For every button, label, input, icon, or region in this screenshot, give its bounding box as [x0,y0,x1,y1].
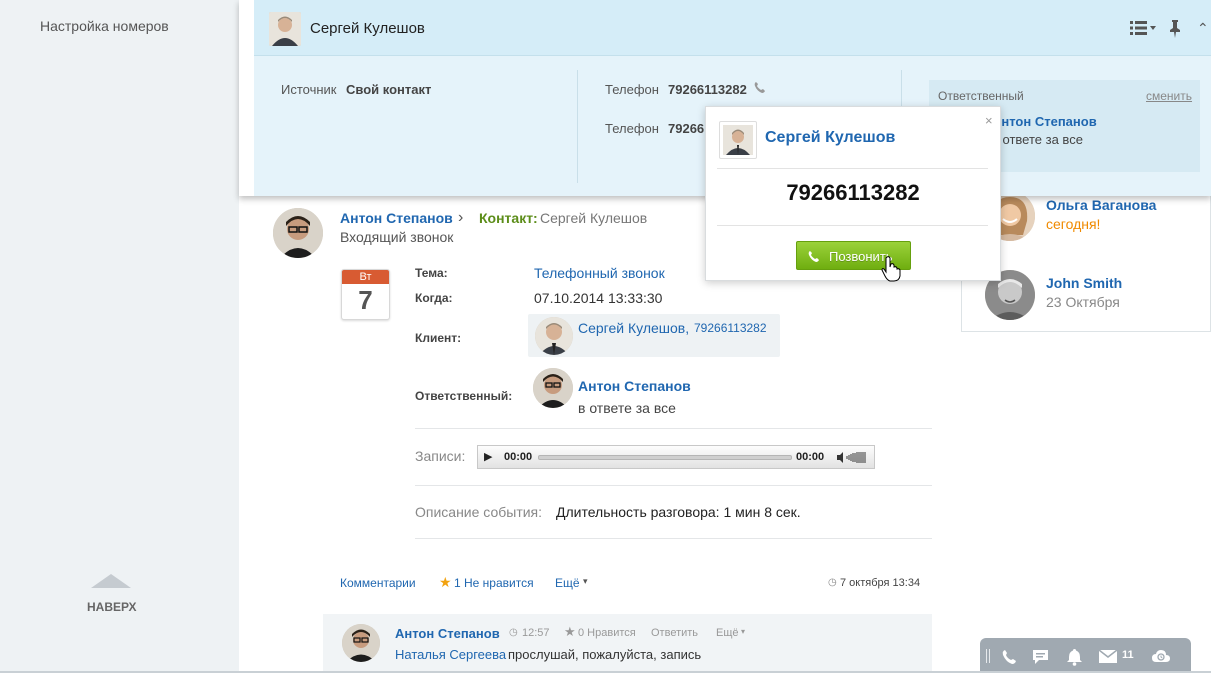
person-date: 23 Октября [1046,294,1120,310]
pin-icon[interactable] [1169,20,1181,38]
mail-icon[interactable] [1099,650,1117,663]
topic-label: Тема: [415,266,448,280]
comments-link[interactable]: Комментарии [340,576,416,590]
responsible-label: Ответственный: [415,389,513,403]
responsible-subtitle: в ответе за все [578,400,676,416]
divider [415,428,932,429]
responsible-box-name[interactable]: Антон Степанов [992,114,1097,129]
client-avatar[interactable] [535,317,573,355]
popup-contact-name[interactable]: Сергей Кулешов [765,129,895,147]
description-label: Описание события: [415,504,543,520]
responsible-name-link[interactable]: Антон Степанов [578,378,691,394]
sidebar-item-number-settings[interactable]: Настройка номеров [40,18,169,34]
close-icon[interactable]: × [985,113,993,128]
popup-contact-avatar [719,121,757,159]
divider [717,225,988,226]
post-date[interactable]: 7 октября 13:34 [840,577,920,589]
source-value: Свой контакт [346,82,432,97]
client-label: Клиент: [415,331,462,345]
audio-player[interactable]: ▶ 00:00 00:00 [477,445,875,469]
clock-icon: ◷ [509,627,518,638]
divider [415,485,932,486]
contact-avatar[interactable] [269,12,301,46]
contact-name[interactable]: Сергей Кулешов [540,210,647,226]
player-duration: 00:00 [796,451,825,463]
person-name-link[interactable]: Ольга Ваганова [1046,197,1156,213]
post-author-name[interactable]: Антон Степанов [340,210,453,226]
mail-count-badge: 11 [1122,649,1134,661]
comment-time[interactable]: 12:57 [522,627,550,639]
phone-value[interactable]: 79266 [668,121,704,136]
more-menu-link[interactable]: Ещё [555,576,580,590]
event-type: Входящий звонок [340,229,454,245]
chevron-down-icon[interactable]: ▾ [583,576,588,587]
chat-icon[interactable] [1032,649,1049,665]
comment-text: прослушай, пожалуйста, запись [508,647,702,662]
volume-icon[interactable] [836,451,870,464]
divider [577,70,578,183]
client-phone-link[interactable]: 79266113282 [694,321,767,335]
comment-author-avatar[interactable] [342,624,380,662]
star-icon[interactable]: ★ [564,624,576,640]
responsible-avatar[interactable] [533,368,573,408]
comment-reply-link[interactable]: Ответить [651,627,698,639]
comment-item [323,614,932,673]
phone-icon[interactable] [1001,649,1017,665]
phone-value[interactable]: 79266113282 [668,82,747,97]
phone-label: Телефон [605,121,659,136]
post-author-avatar[interactable] [273,208,323,258]
hand-cursor-icon [881,256,901,282]
responsible-box-label: Ответственный [938,89,1024,103]
comment-mention-link[interactable]: Наталья Сергеева [395,647,506,662]
contact-label: Контакт: [479,210,538,226]
responsible-box-subtitle: в ответе за все [992,132,1083,147]
bell-icon[interactable] [1066,648,1083,666]
person-date: сегодня! [1046,216,1101,232]
chevron-down-icon[interactable]: ▾ [741,627,745,636]
comment-author-name[interactable]: Антон Степанов [395,626,500,641]
like-count[interactable]: 1 [454,576,461,590]
comment-like-link[interactable]: 0 Нравится [578,627,636,639]
dislike-link[interactable]: Не нравится [464,576,534,590]
divider [717,168,988,169]
calendar-day: 7 [358,285,373,315]
calendar-weekday: Вт [342,270,389,284]
when-label: Когда: [415,291,453,305]
change-responsible-link[interactable]: сменить [1146,89,1192,103]
person-name-link[interactable]: John Smith [1046,275,1122,291]
comment-more-link[interactable]: Ещё [716,627,739,639]
phone-icon[interactable] [753,81,766,94]
popup-phone-number: 79266113282 [786,180,920,205]
topic-link[interactable]: Телефонный звонок [534,265,665,281]
description-value: Длительность разговора: 1 мин 8 сек. [556,504,801,520]
cloud-icon[interactable] [1151,648,1171,664]
contact-card-title: Сергей Кулешов [310,20,425,37]
back-to-top-link[interactable]: НАВЕРХ [87,600,137,614]
phone-label: Телефон [605,82,659,97]
client-name-link[interactable]: Сергей Кулешов, [578,320,689,336]
when-value: 07.10.2014 13:33:30 [534,290,663,306]
chevron-up-icon[interactable]: ⌃ [1197,20,1209,37]
player-current-time: 00:00 [504,451,533,463]
arrow-right-icon: › [458,209,464,226]
source-label: Источник [281,82,337,97]
drag-handle-icon[interactable] [986,648,990,664]
calendar-icon: Вт 7 [341,269,390,320]
divider [415,538,932,539]
star-icon[interactable]: ★ [439,574,452,591]
phone-icon [808,251,819,262]
back-to-top-arrow-icon[interactable] [91,574,131,588]
records-label: Записи: [415,448,466,464]
clock-icon: ◷ [828,577,837,588]
player-progress-track[interactable] [538,455,792,460]
contact-card-edge [239,0,254,196]
list-view-icon[interactable] [1130,20,1156,36]
left-sidebar [0,0,239,673]
play-icon[interactable]: ▶ [484,450,492,463]
